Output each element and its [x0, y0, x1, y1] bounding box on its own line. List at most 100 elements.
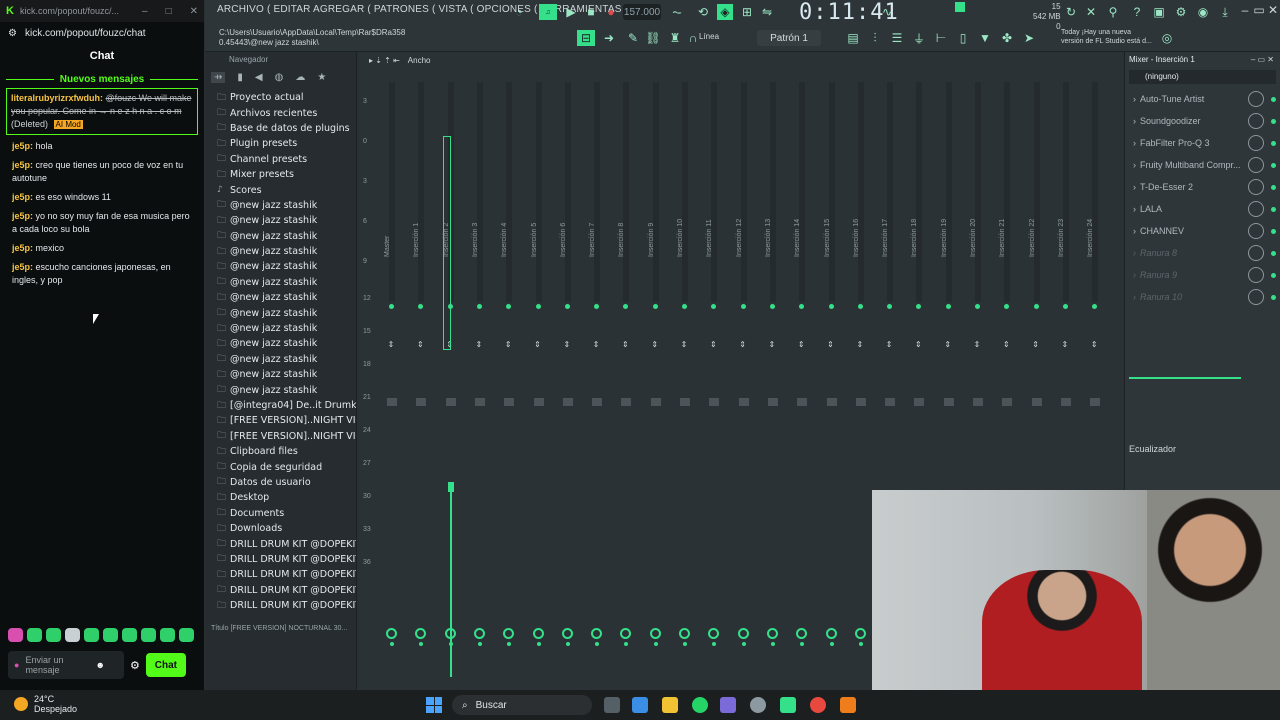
track-enable-led[interactable] [711, 304, 717, 309]
pan-knob-icon[interactable]: ⇕ [708, 340, 718, 354]
track-enable-led[interactable] [945, 304, 951, 309]
route-dot[interactable] [741, 642, 746, 646]
download-icon[interactable]: ⤓ [1217, 4, 1233, 20]
slot-led-icon[interactable] [1271, 140, 1276, 146]
send-icon[interactable]: ➤ [1021, 30, 1037, 46]
mix-knob-icon[interactable] [1248, 201, 1264, 217]
browser-item[interactable]: 🗀 @new jazz stashik [217, 367, 356, 382]
route-dot[interactable] [565, 642, 570, 646]
volume-fader[interactable] [855, 398, 866, 406]
mix-knob-icon[interactable] [1248, 91, 1264, 107]
mixer-track[interactable]: Inserción 3 ⇕ [469, 82, 491, 682]
pan-knob-icon[interactable]: ⇕ [855, 340, 865, 354]
tree-icon[interactable]: ⊢ [933, 30, 949, 46]
message-username[interactable]: literalrubyrizrxfwduh: [11, 93, 103, 103]
browser-item[interactable]: 🗀 @new jazz stashik [217, 290, 356, 305]
step-icon[interactable]: ⊞ [739, 4, 755, 20]
mix-knob-icon[interactable] [1248, 157, 1264, 173]
file-explorer-icon[interactable] [662, 697, 678, 713]
browser-item[interactable]: 🗀 @new jazz stashik [217, 321, 356, 336]
pan-knob-icon[interactable]: ⇕ [1031, 340, 1041, 354]
settings-icon[interactable]: ⚙ [1173, 4, 1189, 20]
news-panel[interactable]: Today ¡Hay una nueva versión de FL Studi… [1061, 28, 1152, 46]
track-enable-led[interactable] [594, 304, 600, 309]
slot-led-icon[interactable] [1271, 96, 1276, 102]
weather-widget[interactable]: 24°C Despejado [14, 694, 77, 714]
wrench-icon[interactable]: ✤ [999, 30, 1015, 46]
browser-item[interactable]: 🗀 Plugin presets [217, 136, 356, 151]
mixer-view-arrows-icon[interactable]: ▸ ⇣ ⇡ ⇤ [369, 56, 400, 65]
track-enable-led[interactable] [799, 304, 805, 309]
mixer-track[interactable]: Inserción 6 ⇕ [557, 82, 579, 682]
route-dot[interactable] [390, 642, 394, 646]
link-icon[interactable]: ⛓ [645, 30, 661, 46]
chat-input[interactable]: ● Enviar un mensaje ☻ [8, 651, 124, 679]
close-icon[interactable]: ✕ [1265, 2, 1280, 18]
volume-fader[interactable] [533, 398, 544, 406]
emote-icon[interactable] [141, 628, 156, 642]
speaker-tab-icon[interactable]: ◀ [255, 72, 263, 83]
tools-icon[interactable]: ✕ [1083, 4, 1099, 20]
slot-led-icon[interactable] [1271, 294, 1276, 300]
mixer-track[interactable]: Inserción 7 ⇕ [586, 82, 608, 682]
volume-fader[interactable] [562, 398, 573, 406]
volume-fader[interactable] [1002, 398, 1013, 406]
mixer-track[interactable]: Inserción 14 ⇕ [791, 82, 813, 682]
volume-fader[interactable] [914, 398, 925, 406]
pan-knob-icon[interactable]: ⇕ [533, 340, 543, 354]
browser-item[interactable]: 🗀 @new jazz stashik [217, 244, 356, 259]
slot-led-icon[interactable] [1271, 228, 1276, 234]
metronome-icon[interactable]: ⏦ [669, 4, 685, 20]
pan-knob-icon[interactable]: ⇕ [1001, 340, 1011, 354]
mixer-width-label[interactable]: Ancho [408, 56, 431, 65]
message-username[interactable]: je5p: [12, 243, 33, 253]
plugin-tab-icon[interactable]: ◍ [275, 72, 284, 83]
mixer-track[interactable]: Inserción 9 ⇕ [645, 82, 667, 682]
effect-slot[interactable]: › CHANNEV [1125, 220, 1280, 242]
volume-fader[interactable] [445, 398, 456, 406]
mixer-track[interactable]: Inserción 15 ⇕ [821, 82, 843, 682]
mix-knob-icon[interactable] [1248, 267, 1264, 283]
track-enable-led[interactable] [564, 304, 570, 309]
mixer-view-icon[interactable]: ☰ [889, 30, 905, 46]
emote-icon[interactable] [122, 628, 137, 642]
browser-item[interactable]: 🗀[FREE VERSION]..NIGHT VISION' [217, 413, 356, 428]
route-dot[interactable] [858, 642, 863, 646]
pan-knob-icon[interactable]: ⇕ [767, 340, 777, 354]
all-tab-icon[interactable]: ⇸ [211, 71, 226, 83]
mixer-track[interactable]: Inserción 16 ⇕ [850, 82, 872, 682]
slot-led-icon[interactable] [1271, 118, 1276, 124]
slot-led-icon[interactable] [1271, 184, 1276, 190]
browser-item[interactable]: 🗀[@integra04] De..it Drumkit 2023 [217, 398, 356, 413]
pan-knob-icon[interactable]: ⇕ [1060, 340, 1070, 354]
pan-knob-icon[interactable]: ⇕ [913, 340, 923, 354]
track-enable-led[interactable] [916, 304, 922, 309]
piano-roll-icon[interactable]: ▤ [845, 30, 861, 46]
account-icon[interactable]: ◉ [1195, 4, 1211, 20]
send-knob-icon[interactable] [473, 628, 485, 639]
volume-fader[interactable] [1060, 398, 1071, 406]
mixer-track[interactable]: Inserción 4 ⇕ [498, 82, 520, 682]
song-mode-toggle[interactable]: ♫ [539, 4, 557, 20]
mixer-track[interactable]: Inserción 10 ⇕ [674, 82, 696, 682]
pan-knob-icon[interactable]: ⇕ [415, 340, 425, 354]
save-icon[interactable]: ▣ [1151, 4, 1167, 20]
online-icon[interactable]: ◎ [1159, 30, 1175, 46]
volume-fader[interactable] [1031, 398, 1042, 406]
pan-knob-icon[interactable]: ⇕ [796, 340, 806, 354]
emote-icon[interactable] [27, 628, 42, 642]
mixer-track[interactable]: Inserción 13 ⇕ [762, 82, 784, 682]
track-enable-led[interactable] [476, 304, 482, 309]
start-icon[interactable] [426, 697, 442, 713]
pan-knob-icon[interactable]: ⇕ [1089, 340, 1099, 354]
effect-slot[interactable]: › Fruity Multiband Compr... [1125, 154, 1280, 176]
slot-led-icon[interactable] [1271, 206, 1276, 212]
record-icon[interactable]: ● [603, 4, 619, 20]
track-enable-led[interactable] [535, 304, 541, 309]
route-dot[interactable] [770, 642, 775, 646]
settings-icon[interactable] [750, 697, 766, 713]
pan-knob-icon[interactable]: ⇕ [884, 340, 894, 354]
browser-item[interactable]: 🗀 Desktop [217, 490, 356, 505]
send-knob-icon[interactable] [854, 628, 866, 639]
emote-icon[interactable] [179, 628, 194, 642]
